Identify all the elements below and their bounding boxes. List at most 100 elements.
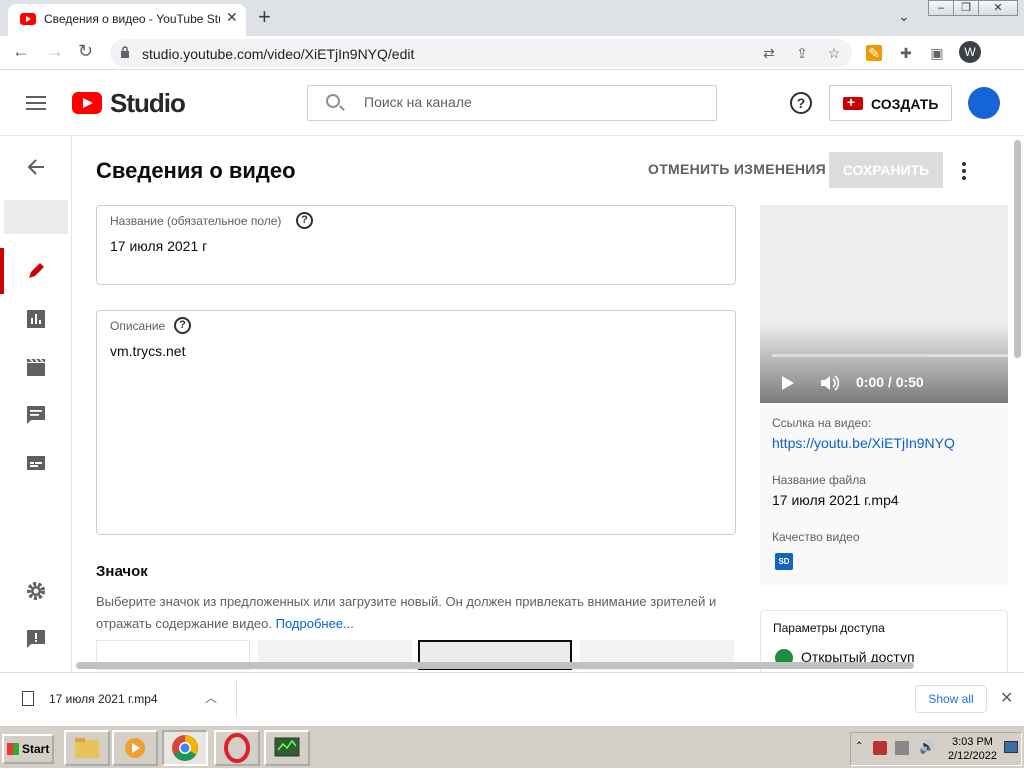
- url-text: studio.youtube.com/video/XiETjIn9NYQ/edi…: [142, 46, 415, 62]
- video-progress-fill: [772, 354, 928, 357]
- start-button[interactable]: Start: [2, 734, 54, 764]
- divider: [236, 681, 237, 717]
- quality-label: Качество видео: [772, 530, 860, 544]
- windows-flag-icon: [7, 743, 19, 755]
- channel-search[interactable]: [307, 85, 717, 121]
- tab-title: Сведения о видео - YouTube Studio: [44, 12, 220, 26]
- youtube-logo-icon[interactable]: [72, 92, 102, 114]
- address-bar[interactable]: studio.youtube.com/video/XiETjIn9NYQ/edi…: [110, 39, 852, 67]
- video-camera-icon: [843, 94, 863, 110]
- menu-icon[interactable]: [26, 96, 46, 110]
- description-field[interactable]: Описание ? vm.trycs.net: [96, 310, 736, 535]
- forward-icon[interactable]: →: [46, 41, 64, 62]
- download-filename[interactable]: 17 июля 2021 г.mp4: [49, 692, 158, 706]
- video-thumbnail-mini[interactable]: [4, 200, 68, 234]
- comments-icon[interactable]: [25, 404, 47, 426]
- browser-tab-strip: Сведения о видео - YouTube Studio ✕ + ⌄ …: [0, 0, 1024, 36]
- share-icon[interactable]: ⇪: [794, 45, 810, 61]
- minimize-window-button[interactable]: –: [928, 0, 954, 16]
- taskbar-media-player[interactable]: [112, 730, 158, 766]
- bookmark-star-icon[interactable]: ☆: [826, 45, 842, 61]
- title-field[interactable]: Название (обязательное поле) ? 17 июля 2…: [96, 205, 736, 285]
- description-help-icon[interactable]: ?: [174, 317, 191, 334]
- network-icon[interactable]: [895, 741, 909, 755]
- taskbar-task-manager[interactable]: [264, 730, 310, 766]
- volume-icon[interactable]: [820, 375, 840, 391]
- left-navigation: [0, 136, 72, 672]
- taskbar-file-explorer[interactable]: [64, 730, 110, 766]
- download-bar: 17 июля 2021 г.mp4 ︿ Show all ✕: [0, 672, 1024, 724]
- windows-taskbar: Start ⌃ 🔊 3:03 PM 2/12/2022: [0, 724, 1024, 768]
- editor-clapper-icon[interactable]: [25, 356, 47, 378]
- horizontal-scrollbar[interactable]: [72, 660, 1012, 672]
- learn-more-link[interactable]: Подробнее...: [276, 616, 354, 631]
- back-arrow-icon[interactable]: [25, 156, 47, 178]
- video-link[interactable]: https://youtu.be/XiETjIn9NYQ: [772, 435, 955, 451]
- help-icon[interactable]: ?: [790, 92, 812, 114]
- edit-pencil-icon[interactable]: [25, 260, 47, 282]
- tray-expand-icon[interactable]: ⌃: [855, 741, 863, 752]
- puzzle-extensions-icon[interactable]: ✚: [898, 45, 914, 61]
- visibility-label: Параметры доступа: [773, 621, 885, 635]
- reload-icon[interactable]: ↻: [78, 41, 93, 62]
- vertical-scrollbar[interactable]: [1012, 136, 1024, 672]
- show-desktop-icon[interactable]: [1004, 741, 1018, 753]
- restore-window-button[interactable]: ❐: [953, 0, 979, 16]
- settings-gear-icon[interactable]: [25, 580, 47, 602]
- studio-logo-text[interactable]: Studio: [110, 88, 186, 119]
- browser-toolbar: ← → ↻ studio.youtube.com/video/XiETjIn9N…: [0, 36, 1024, 70]
- back-icon[interactable]: ←: [12, 41, 30, 62]
- network-warning-icon[interactable]: [873, 741, 887, 755]
- tab-search-chevron-icon[interactable]: ⌄: [898, 8, 910, 25]
- opera-icon: [224, 733, 250, 763]
- tab-close-icon[interactable]: ✕: [226, 9, 238, 26]
- close-window-button[interactable]: ✕: [978, 0, 1018, 16]
- play-icon[interactable]: [782, 376, 794, 390]
- browser-tab[interactable]: Сведения о видео - YouTube Studio ✕: [8, 4, 246, 36]
- clock[interactable]: 3:03 PM 2/12/2022: [948, 735, 997, 763]
- media-player-icon: [125, 738, 145, 758]
- more-options-icon[interactable]: [958, 162, 970, 180]
- description-input-value[interactable]: vm.trycs.net: [110, 343, 185, 359]
- analytics-icon[interactable]: [25, 308, 47, 330]
- profile-avatar[interactable]: W: [959, 41, 981, 63]
- title-input-value[interactable]: 17 июля 2021 г: [110, 238, 207, 254]
- sd-quality-badge: SD: [775, 553, 793, 570]
- account-avatar[interactable]: [968, 87, 1000, 119]
- taskbar-chrome[interactable]: [162, 730, 208, 766]
- create-label: СОЗДАТЬ: [871, 96, 939, 112]
- chrome-icon: [172, 735, 198, 761]
- system-tray: ⌃ 🔊 3:03 PM 2/12/2022: [850, 732, 1022, 766]
- new-tab-icon[interactable]: +: [258, 4, 271, 30]
- create-button[interactable]: СОЗДАТЬ: [829, 85, 952, 121]
- clock-time: 3:03 PM: [951, 736, 993, 748]
- search-input[interactable]: [364, 94, 694, 110]
- monitor-icon: [274, 737, 300, 757]
- start-label: Start: [22, 742, 50, 756]
- video-link-label: Ссылка на видео:: [772, 416, 872, 430]
- chevron-up-icon[interactable]: ︿: [205, 689, 217, 706]
- taskbar-opera[interactable]: [214, 730, 260, 766]
- studio-header: Studio ? СОЗДАТЬ: [0, 70, 1024, 136]
- folder-icon: [75, 738, 99, 758]
- extension-icon[interactable]: ✎: [866, 45, 882, 61]
- side-panel-icon[interactable]: ▣: [929, 45, 945, 61]
- active-nav-indicator: [0, 248, 4, 294]
- subtitles-icon[interactable]: [25, 452, 47, 474]
- filename-label: Название файла: [772, 473, 866, 487]
- show-all-button[interactable]: Show all: [915, 685, 987, 713]
- title-field-label: Название (обязательное поле): [110, 214, 282, 228]
- youtube-favicon-icon: [20, 13, 36, 25]
- close-download-bar-icon[interactable]: ✕: [1000, 688, 1013, 708]
- video-progress-bar[interactable]: [772, 354, 1008, 357]
- file-icon: [22, 691, 34, 706]
- lock-icon: [121, 46, 129, 58]
- feedback-icon[interactable]: [25, 628, 47, 650]
- title-help-icon[interactable]: ?: [296, 212, 313, 229]
- translate-icon[interactable]: ⇄: [761, 45, 777, 61]
- undo-changes-button[interactable]: ОТМЕНИТЬ ИЗМЕНЕНИЯ: [648, 161, 826, 177]
- save-button[interactable]: СОХРАНИТЬ: [829, 152, 943, 188]
- clock-date: 2/12/2022: [948, 750, 997, 762]
- volume-tray-icon[interactable]: 🔊: [919, 739, 935, 755]
- video-time: 0:00 / 0:50: [856, 374, 924, 390]
